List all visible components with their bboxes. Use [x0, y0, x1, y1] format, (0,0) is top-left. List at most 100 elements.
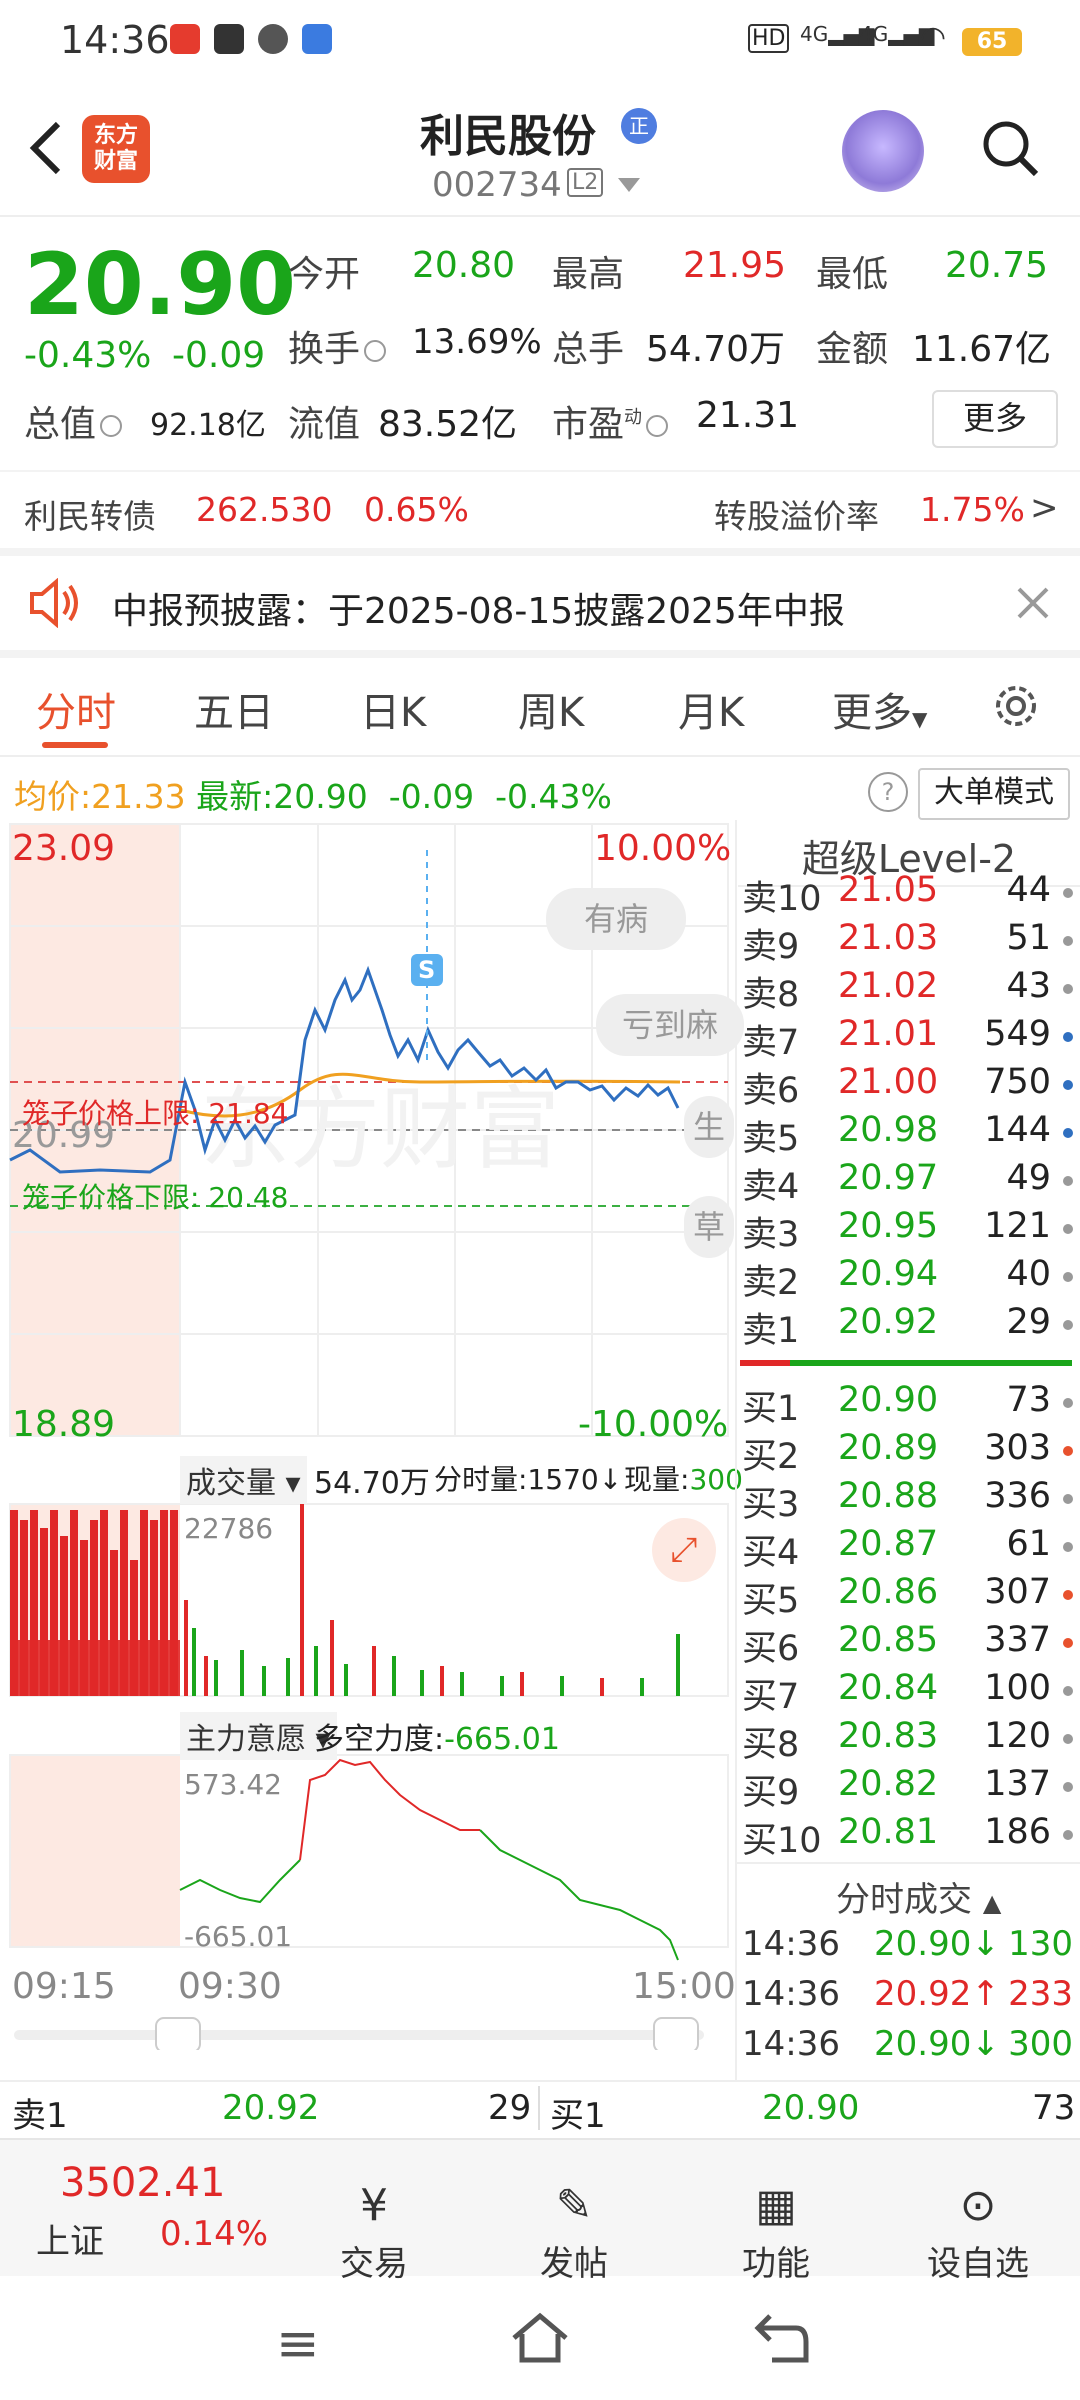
active-tab-indicator — [42, 742, 108, 748]
volume-dropdown[interactable]: 成交量 ▾ — [180, 1456, 307, 1504]
order-flag-dot — [1063, 1734, 1073, 1744]
more-button[interactable]: 更多 — [932, 390, 1058, 448]
status-time: 14:36 — [60, 18, 170, 62]
order-label: 买2 — [742, 1437, 800, 1477]
order-price: 20.98 — [838, 1110, 939, 1150]
buy-order-row[interactable]: 买9 20.82 137 — [742, 1764, 1077, 1813]
order-flag-dot — [1063, 1782, 1073, 1792]
lower-cage-label: 笼子价格下限: 20.48 — [22, 1181, 289, 1214]
tab-weekly-k[interactable]: 周K — [518, 680, 584, 738]
open-value: 20.80 — [412, 245, 516, 286]
order-price: 20.85 — [838, 1620, 939, 1660]
bullet-comment[interactable]: 亏到麻 — [596, 994, 744, 1056]
tab-daily-k[interactable]: 日K — [360, 680, 426, 738]
volume-value: 54.70万 — [646, 329, 786, 370]
order-label: 卖10 — [742, 879, 822, 919]
nav-post[interactable]: ✎ 发帖 — [504, 2180, 644, 2285]
sell-order-row[interactable]: 卖10 21.05 44 — [742, 870, 1077, 919]
sell-order-row[interactable]: 卖2 20.94 40 — [742, 1254, 1077, 1303]
force-value: 多空力度:-665.01 — [314, 1722, 560, 1757]
high-value: 21.95 — [683, 245, 787, 286]
search-icon[interactable] — [980, 118, 1040, 178]
menu-icon[interactable]: ≡ — [276, 2314, 320, 2374]
order-price: 20.97 — [838, 1158, 939, 1198]
sell-order-row[interactable]: 卖6 21.00 750 — [742, 1062, 1077, 1111]
nav-trade[interactable]: ¥ 交易 — [304, 2180, 444, 2285]
order-label: 买5 — [742, 1581, 800, 1621]
trade-time: 14:36 — [742, 1974, 840, 2014]
buy-order-row[interactable]: 买3 20.88 336 — [742, 1476, 1077, 1525]
tab-more[interactable]: 更多▼ — [832, 680, 927, 738]
tab-intraday[interactable]: 分时 — [36, 680, 116, 738]
sell-order-row[interactable]: 卖1 20.92 29 — [742, 1302, 1077, 1351]
buy-order-row[interactable]: 买2 20.89 303 — [742, 1428, 1077, 1477]
chart-bottom-pct: -10.00% — [578, 1404, 729, 1445]
help-icon[interactable]: ? — [868, 772, 908, 812]
home-icon[interactable] — [508, 2310, 572, 2366]
buy-order-row[interactable]: 买8 20.83 120 — [742, 1716, 1077, 1765]
order-label: 卖7 — [742, 1023, 800, 1063]
nav-functions[interactable]: ▦ 功能 — [706, 2180, 846, 2285]
index-value[interactable]: 3502.41 — [60, 2160, 225, 2206]
sell-order-row[interactable]: 卖7 21.01 549 — [742, 1014, 1077, 1063]
premium-label[interactable]: 转股溢价率 — [714, 490, 879, 538]
buy-order-row[interactable]: 买6 20.85 337 — [742, 1620, 1077, 1669]
bond-label[interactable]: 利民转债 — [24, 490, 156, 538]
bullet-comment[interactable]: 生 — [684, 1096, 734, 1158]
assistant-avatar[interactable] — [842, 110, 924, 192]
mcap-value: 92.18亿 — [150, 408, 266, 443]
big-order-mode-button[interactable]: 大单模式 — [918, 768, 1070, 820]
sell-order-row[interactable]: 卖9 21.03 51 — [742, 918, 1077, 967]
tab-five-day[interactable]: 五日 — [194, 680, 274, 738]
bottom-buy1-label: 买1 — [550, 2096, 606, 2136]
sell-order-row[interactable]: 卖3 20.95 121 — [742, 1206, 1077, 1255]
order-flag-dot — [1063, 1398, 1073, 1408]
back-nav-icon[interactable] — [752, 2310, 812, 2366]
order-label: 卖6 — [742, 1071, 800, 1111]
order-volume: 40 — [1006, 1254, 1051, 1294]
force-min: -665.01 — [184, 1920, 293, 1953]
buy-order-row[interactable]: 买10 20.81 186 — [742, 1812, 1077, 1861]
buy-order-row[interactable]: 买4 20.87 61 — [742, 1524, 1077, 1573]
chevron-right-icon[interactable]: > — [1030, 488, 1059, 528]
settings-gear-icon[interactable] — [990, 680, 1042, 732]
order-price: 20.92 — [838, 1302, 939, 1342]
bullet-comment[interactable]: 草 — [684, 1196, 734, 1258]
buy-order-row[interactable]: 买5 20.86 307 — [742, 1572, 1077, 1621]
sell-order-row[interactable]: 卖5 20.98 144 — [742, 1110, 1077, 1159]
order-label: 卖5 — [742, 1119, 800, 1159]
low-value: 20.75 — [945, 245, 1049, 286]
buy-order-row[interactable]: 买1 20.90 73 — [742, 1380, 1077, 1429]
order-label: 买7 — [742, 1677, 800, 1717]
bullet-comment[interactable]: 有病 — [546, 888, 686, 950]
order-label: 卖8 — [742, 975, 800, 1015]
order-price: 20.83 — [838, 1716, 939, 1756]
speaker-icon — [30, 578, 78, 628]
tab-monthly-k[interactable]: 月K — [678, 680, 744, 738]
close-icon[interactable] — [1016, 586, 1050, 620]
order-volume: 49 — [1006, 1158, 1051, 1198]
order-label: 卖1 — [742, 1311, 800, 1351]
notice-text[interactable]: 中报预披露：于2025-08-15披露2025年中报 — [112, 582, 845, 634]
order-volume: 120 — [984, 1716, 1051, 1756]
sell-signal-marker[interactable]: S — [418, 956, 435, 984]
nav-add-watchlist[interactable]: ⊙ 设自选 — [908, 2180, 1048, 2285]
order-price: 20.95 — [838, 1206, 939, 1246]
order-flag-dot — [1063, 1494, 1073, 1504]
time-start: 09:15 — [12, 1966, 116, 2007]
index-name[interactable]: 上证 — [36, 2214, 104, 2263]
sell-order-row[interactable]: 卖4 20.97 49 — [742, 1158, 1077, 1207]
order-label: 卖4 — [742, 1167, 800, 1207]
trades-title[interactable]: 分时成交 ▲ — [836, 1872, 1001, 1921]
order-volume: 337 — [984, 1620, 1051, 1660]
stock-code[interactable]: 002734 — [432, 165, 562, 205]
order-label: 买4 — [742, 1533, 800, 1573]
buy-order-row[interactable]: 买7 20.84 100 — [742, 1668, 1077, 1717]
sell-order-row[interactable]: 卖8 21.02 43 — [742, 966, 1077, 1015]
video-icon — [214, 24, 244, 54]
order-price: 21.02 — [838, 966, 939, 1006]
order-volume: 307 — [984, 1572, 1051, 1612]
back-icon[interactable] — [26, 118, 66, 178]
expand-icon[interactable]: ⤢ — [652, 1518, 716, 1582]
dropdown-icon[interactable] — [618, 178, 640, 192]
